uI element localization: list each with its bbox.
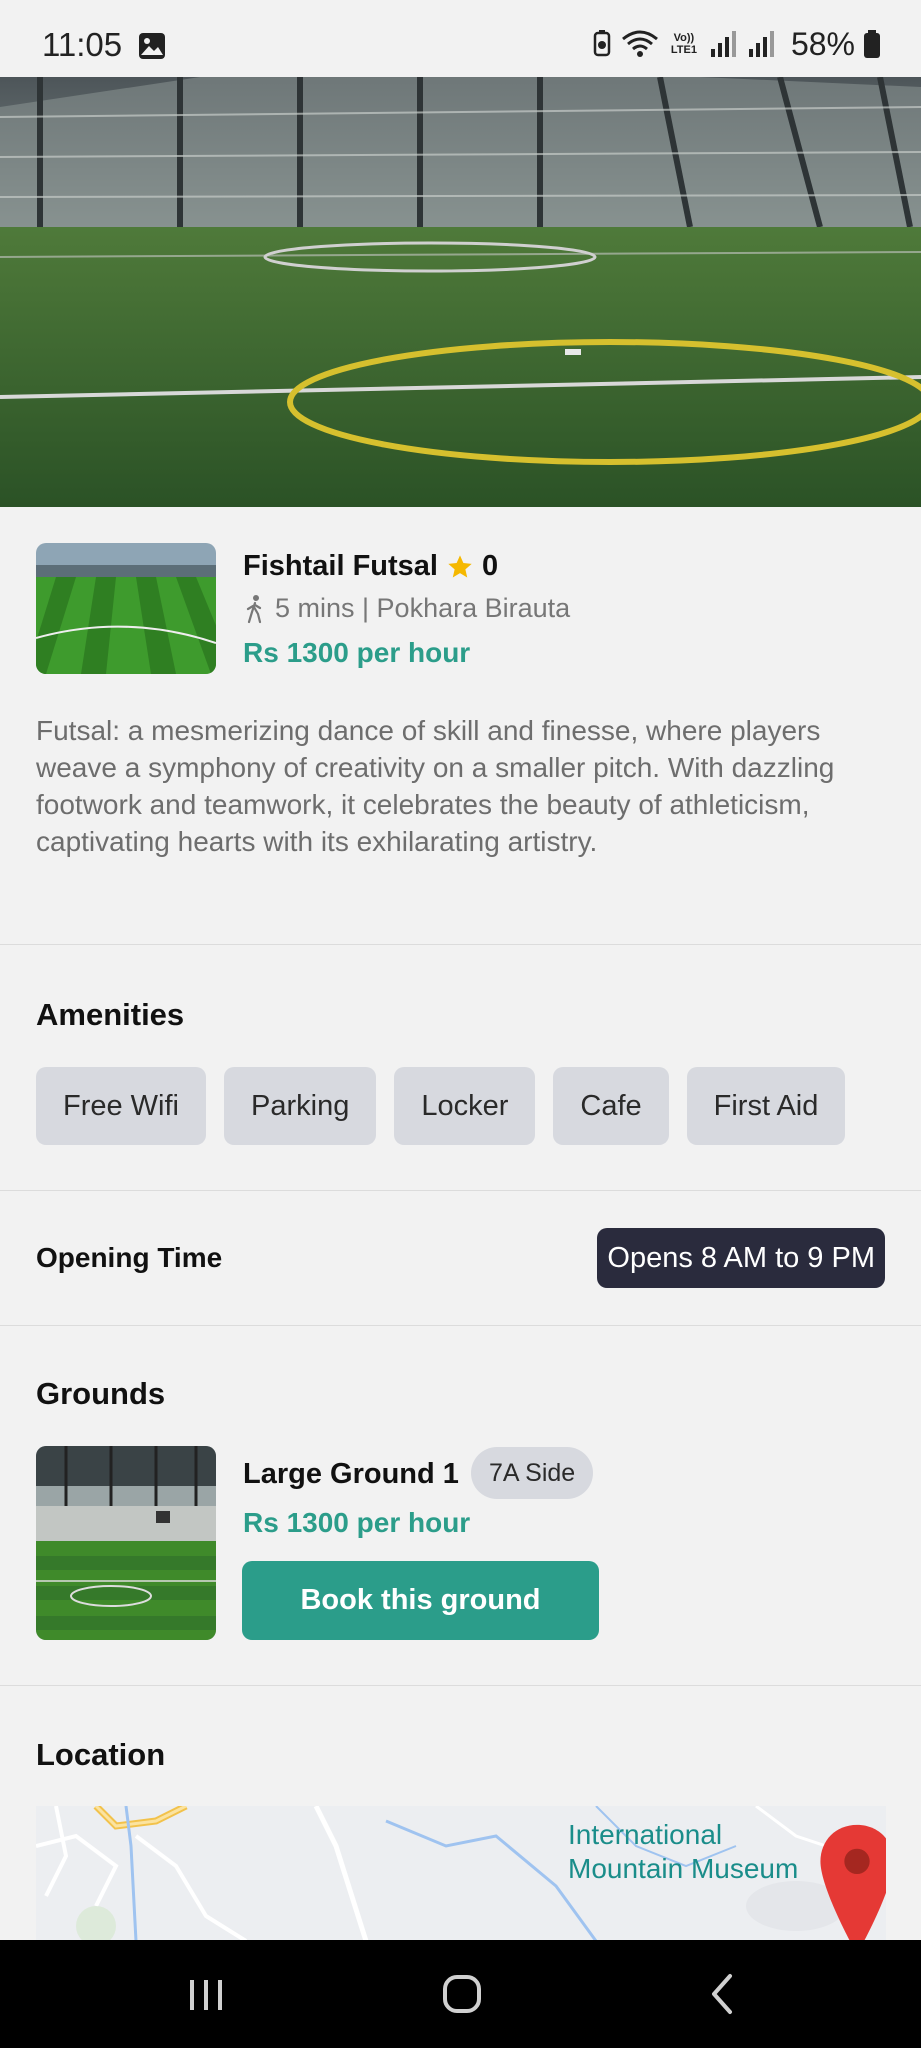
divider <box>0 1685 921 1686</box>
location-map[interactable]: International Mountain Museum <box>36 1806 886 1941</box>
system-nav-bar <box>0 1940 921 2048</box>
divider <box>0 944 921 945</box>
battery-icon <box>864 30 880 58</box>
amenities-title: Amenities <box>36 997 185 1032</box>
gallery-icon <box>139 33 165 59</box>
back-icon[interactable] <box>692 1968 752 2020</box>
amenity-chip-free-wifi: Free Wifi <box>36 1067 206 1145</box>
network-type-label: Vo)) LTE1 <box>670 32 697 56</box>
ground-type-badge: 7A Side <box>471 1447 594 1499</box>
venue-thumbnail <box>36 543 216 674</box>
star-icon <box>448 554 472 577</box>
grounds-title: Grounds <box>36 1376 166 1411</box>
status-time: 11:05 <box>42 26 123 63</box>
signal-icon-2 <box>748 31 774 57</box>
amenity-chip-cafe: Cafe <box>553 1067 669 1145</box>
map-label-line-1: International <box>568 1819 723 1850</box>
venue-meta: 5 mins | Pokhara Birauta <box>243 593 570 624</box>
ground-thumbnail <box>36 1446 216 1640</box>
opening-time-badge: Opens 8 AM to 9 PM <box>597 1228 885 1288</box>
venue-distance-location: 5 mins | Pokhara Birauta <box>275 593 571 623</box>
divider <box>0 1325 921 1326</box>
venue-description: Futsal: a mesmerizing dance of skill and… <box>36 715 835 857</box>
amenities-list: Free Wifi Parking Locker Cafe First Aid <box>36 1067 846 1145</box>
divider <box>0 1190 921 1191</box>
ground-price: Rs 1300 per hour <box>243 1507 471 1538</box>
battery-saver-icon <box>593 30 611 57</box>
walk-icon <box>246 594 262 623</box>
signal-icon <box>710 31 736 57</box>
amenity-chip-locker: Locker <box>394 1067 536 1145</box>
home-icon[interactable] <box>432 1968 492 2020</box>
venue-name: Fishtail Futsal <box>243 550 438 582</box>
venue-hero-image <box>0 77 921 507</box>
map-label-line-2: Mountain Museum <box>568 1853 799 1884</box>
wifi-icon <box>622 30 658 57</box>
amenity-chip-parking: Parking <box>224 1067 377 1145</box>
battery-percentage: 58% <box>790 25 855 62</box>
status-bar: 11:05 Vo)) LTE1 58% <box>0 0 921 77</box>
book-ground-button[interactable]: Book this ground <box>242 1561 599 1640</box>
opening-time-label: Opening Time <box>36 1242 223 1273</box>
map-place-label: International Mountain Museum <box>568 1818 798 1886</box>
venue-rating: 0 <box>481 550 499 582</box>
recent-apps-icon[interactable] <box>176 1968 236 2020</box>
venue-price: Rs 1300 per hour <box>243 637 471 668</box>
status-icons: Vo)) LTE1 58% <box>591 24 881 64</box>
venue-name-row: Fishtail Futsal 0 <box>243 550 498 583</box>
amenity-chip-first-aid: First Aid <box>686 1067 846 1145</box>
ground-name: Large Ground 1 <box>243 1458 459 1490</box>
location-title: Location <box>36 1737 166 1772</box>
